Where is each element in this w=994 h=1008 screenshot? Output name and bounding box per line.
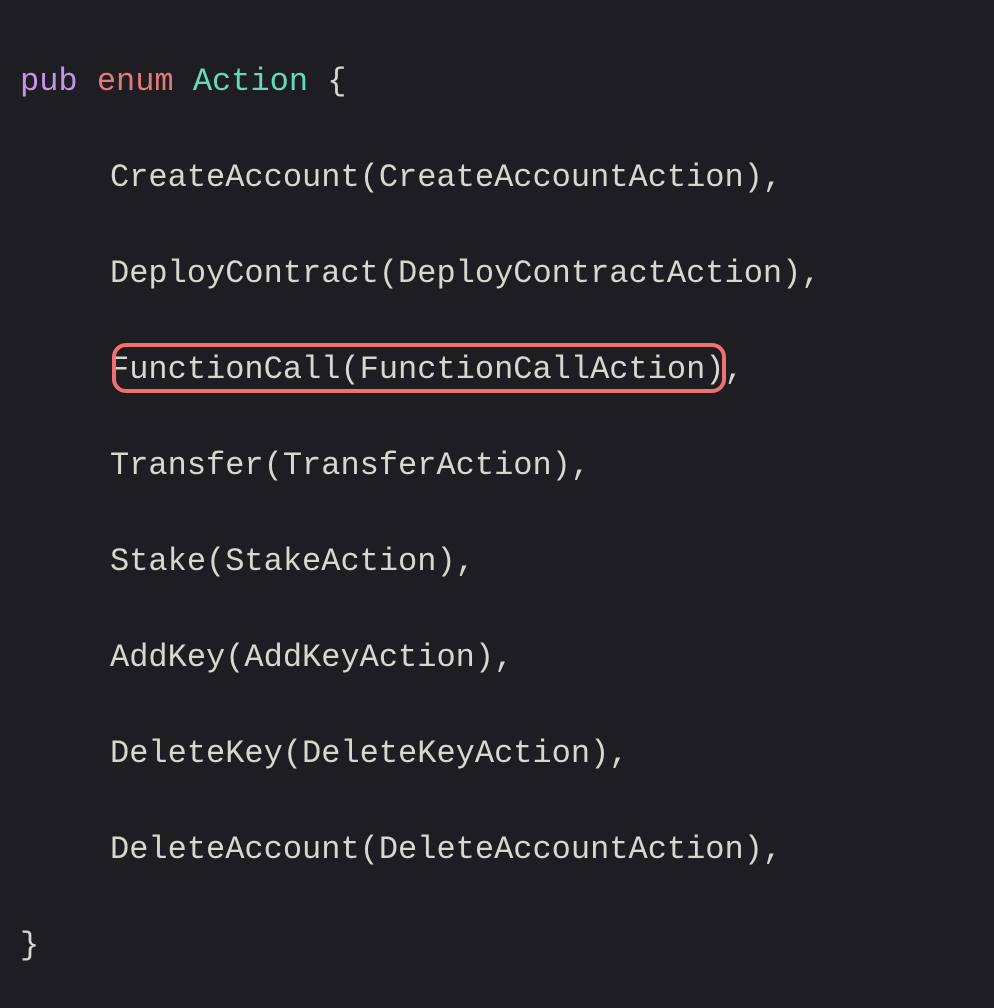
variant-text: Transfer(TransferAction), <box>110 447 590 484</box>
code-block: pub enum Action { CreateAccount(CreateAc… <box>20 10 974 1008</box>
close-brace: } <box>20 927 39 964</box>
variant-text: FunctionCall(FunctionCallAction), <box>110 351 744 388</box>
variant-line: DeployContract(DeployContractAction), <box>20 250 974 298</box>
variant-line-highlighted: FunctionCall(FunctionCallAction), <box>20 346 974 394</box>
variant-line: AddKey(AddKeyAction), <box>20 634 974 682</box>
variant-text: AddKey(AddKeyAction), <box>110 639 513 676</box>
variant-text: DeployContract(DeployContractAction), <box>110 255 821 292</box>
close-line: } <box>20 922 974 970</box>
variant-line: Stake(StakeAction), <box>20 538 974 586</box>
keyword-enum: enum <box>97 63 174 100</box>
variant-text: Stake(StakeAction), <box>110 543 475 580</box>
enum-name: Action <box>193 63 308 100</box>
variant-text: DeleteKey(DeleteKeyAction), <box>110 735 628 772</box>
open-brace: { <box>327 63 346 100</box>
keyword-pub: pub <box>20 63 78 100</box>
variant-line: Transfer(TransferAction), <box>20 442 974 490</box>
variant-text: CreateAccount(CreateAccountAction), <box>110 159 782 196</box>
variant-line: DeleteAccount(DeleteAccountAction), <box>20 826 974 874</box>
enum-declaration-line: pub enum Action { <box>20 58 974 106</box>
variant-line: CreateAccount(CreateAccountAction), <box>20 154 974 202</box>
variant-text: DeleteAccount(DeleteAccountAction), <box>110 831 782 868</box>
variant-line: DeleteKey(DeleteKeyAction), <box>20 730 974 778</box>
